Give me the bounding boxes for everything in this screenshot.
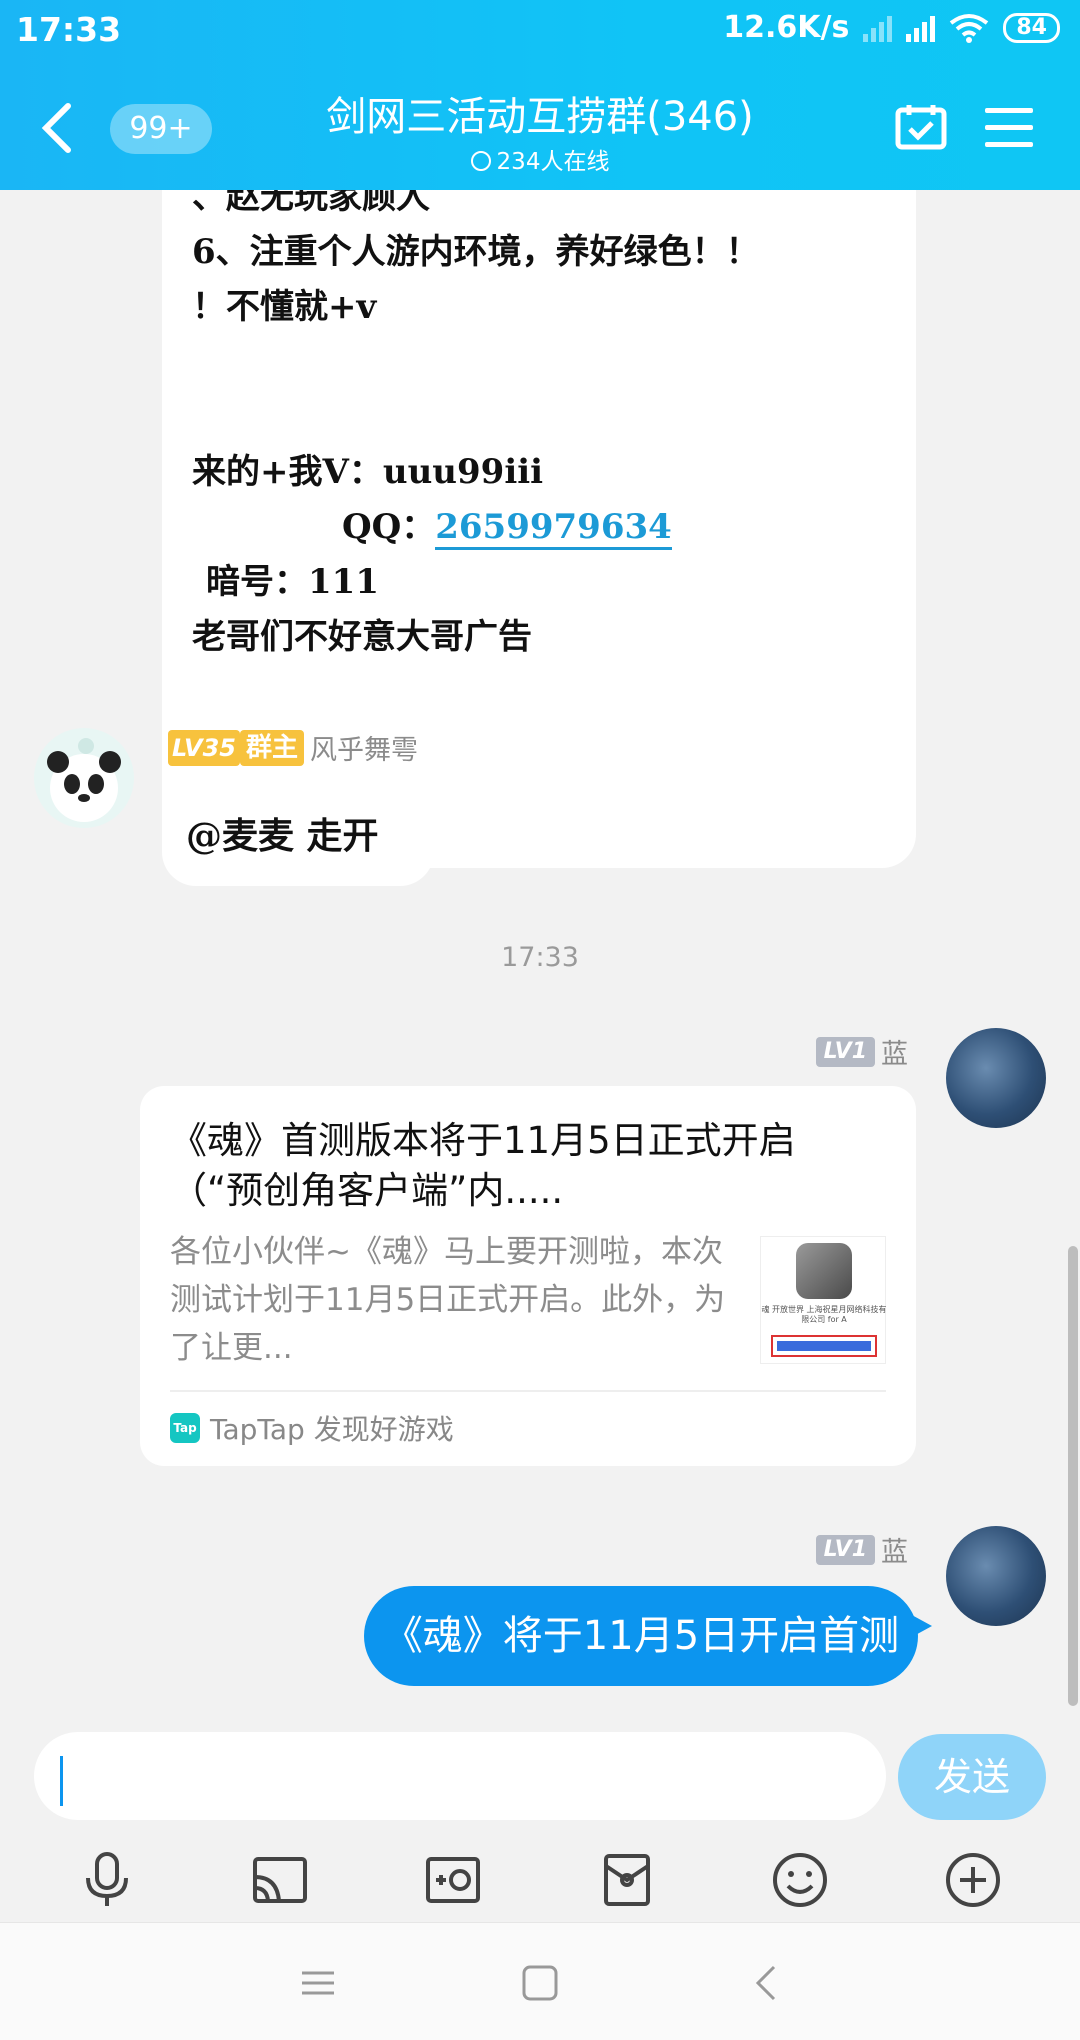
avatar[interactable] (946, 1028, 1046, 1128)
level-badge: LV1 (815, 1036, 875, 1067)
signal-icon-2 (906, 14, 936, 42)
wifi-icon (950, 13, 989, 43)
photo-icon[interactable] (418, 1845, 488, 1915)
link-card[interactable]: 《魂》首测版本将于11月5日正式开启（“预创角客户端”内..... 各位小伙伴~… (140, 1086, 916, 1466)
online-icon (470, 151, 491, 171)
screen-cast-icon[interactable] (245, 1845, 315, 1915)
sender-meta: LV35 群主 风乎舞雩 (168, 728, 418, 767)
online-text: 234人在线 (496, 149, 610, 175)
card-divider (170, 1390, 886, 1392)
level-badge: LV35 (168, 729, 240, 766)
status-right: 12.6K/s 84 (723, 10, 1060, 45)
input-area: 发送 (0, 1712, 1080, 1922)
msg-line: ！不懂就+v (192, 287, 377, 327)
msg-line: 、赵无玩家顾人 (192, 190, 430, 217)
system-nav-bar (0, 1922, 1080, 2040)
chat-header: 17:33 12.6K/s 84 99+ 剑网三活动互捞群(346) 234人在… (0, 0, 1080, 190)
message-bubble-at[interactable]: @麦麦 走开 (162, 786, 434, 886)
owner-badge: 群主 (239, 729, 304, 766)
scrollbar[interactable] (1068, 1246, 1078, 1706)
text-caret (60, 1756, 63, 1806)
nav-back-icon[interactable] (746, 1961, 790, 2005)
message-timestamp: 17:33 (501, 942, 579, 973)
avatar[interactable] (34, 728, 134, 828)
game-logo-icon (796, 1243, 852, 1299)
msg-line: 暗号：111 (206, 562, 379, 602)
msg-line: 老哥们不好意大哥广告 (192, 617, 532, 657)
plus-icon[interactable] (938, 1845, 1008, 1915)
toolbar (0, 1840, 1080, 1920)
message-input[interactable] (34, 1732, 886, 1820)
thumb-button-icon (771, 1335, 877, 1357)
msg-line-qq: QQ：2659979634 (192, 500, 886, 555)
qq-label: QQ： (342, 507, 436, 547)
sender-meta: LV1 蓝 (815, 1530, 908, 1569)
back-icon[interactable] (38, 98, 78, 158)
message-bubble-sent[interactable]: 《魂》将于11月5日开启首测 (364, 1586, 932, 1686)
send-button[interactable]: 发送 (898, 1734, 1046, 1820)
sender-name[interactable]: 蓝 (881, 1530, 908, 1569)
red-packet-icon[interactable] (592, 1845, 662, 1915)
level-badge: LV1 (815, 1534, 875, 1565)
card-description: 各位小伙伴~《魂》马上要开测啦，本次测试计划于11月5日正式开启。此外，为了让更… (170, 1234, 726, 1366)
mic-icon[interactable] (72, 1845, 142, 1915)
source-label: TapTap 发现好游戏 (210, 1413, 454, 1446)
card-source: Tap TapTap 发现好游戏 (170, 1408, 454, 1448)
qq-link[interactable]: 2659979634 (435, 507, 672, 550)
avatar[interactable] (946, 1526, 1046, 1626)
unread-badge[interactable]: 99+ (110, 104, 212, 154)
status-time: 17:33 (16, 10, 122, 49)
msg-line (192, 335, 886, 390)
msg-line: 6、注重个人游内环境，养好绿色！！ (192, 232, 760, 272)
sender-name[interactable]: 蓝 (881, 1032, 908, 1071)
signal-icon (863, 14, 893, 42)
calendar-check-icon[interactable] (895, 104, 947, 150)
thumb-text: 魂 开放世界 上海祝星月网络科技有限公司 for A (761, 1305, 887, 1324)
status-bar: 17:33 12.6K/s 84 (0, 0, 1080, 64)
home-icon[interactable] (518, 1961, 562, 2005)
msg-line (192, 390, 886, 445)
emoji-icon[interactable] (765, 1845, 835, 1915)
msg-line: 来的+我V：uuu99iii (192, 452, 544, 492)
panda-avatar-icon (47, 738, 121, 822)
online-count: 234人在线 (300, 142, 780, 176)
taptap-icon: Tap (170, 1413, 200, 1443)
recents-menu-icon[interactable] (296, 1961, 340, 2005)
sender-meta: LV1 蓝 (815, 1032, 908, 1071)
card-thumbnail: 魂 开放世界 上海祝星月网络科技有限公司 for A (760, 1236, 887, 1364)
card-title: 《魂》首测版本将于11月5日正式开启（“预创角客户端”内..... (170, 1119, 796, 1212)
battery-indicator: 84 (1003, 12, 1060, 43)
group-title[interactable]: 剑网三活动互捞群(346) (200, 84, 880, 142)
menu-icon[interactable] (985, 108, 1033, 148)
sender-name[interactable]: 风乎舞雩 (310, 728, 418, 767)
network-speed: 12.6K/s (723, 10, 850, 45)
chat-area[interactable]: 、赵无玩家顾人 6、注重个人游内环境，养好绿色！！ ！不懂就+v 来的+我V：u… (0, 190, 1080, 1712)
